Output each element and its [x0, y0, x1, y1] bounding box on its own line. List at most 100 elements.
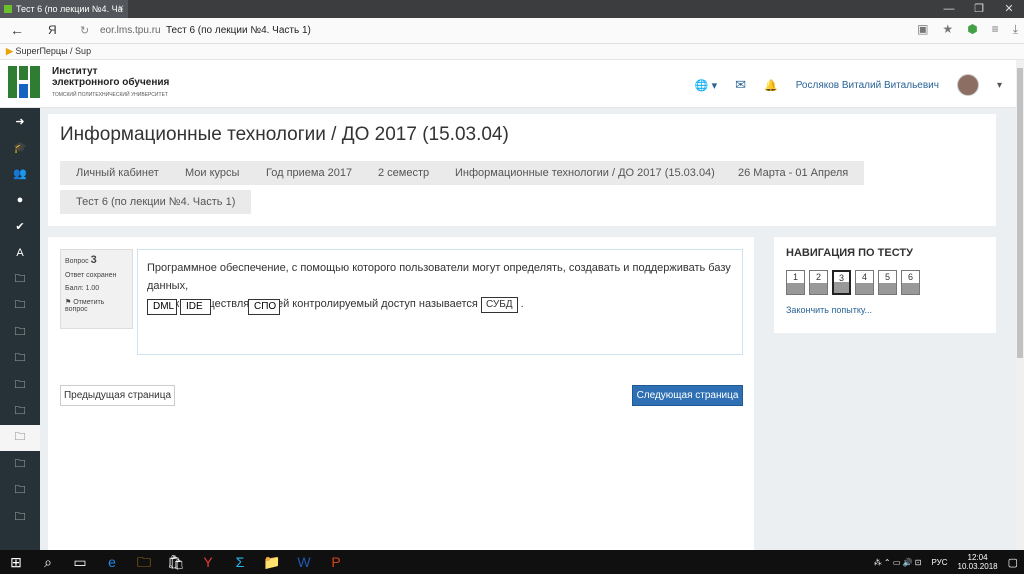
header-actions: 🌐 ▾ ✉ 🔔 Росляков Виталий Витальевич ▾: [695, 74, 1002, 96]
notifications-icon[interactable]: ▢: [1008, 556, 1018, 569]
question-number: 3: [90, 254, 97, 266]
logo-subtitle: ТОМСКИЙ ПОЛИТЕХНИЧЕСКИЙ УНИВЕРСИТЕТ: [52, 92, 168, 98]
user-name[interactable]: Росляков Виталий Витальевич: [796, 80, 939, 91]
close-window-icon[interactable]: ✕: [994, 0, 1024, 18]
input-language[interactable]: РУС: [932, 558, 948, 567]
quiz-question-button[interactable]: 2: [809, 270, 828, 295]
breadcrumb-item[interactable]: Мои курсы: [169, 161, 256, 185]
drag-choice[interactable]: IDE: [180, 299, 211, 315]
drop-zone-answer[interactable]: СУБД: [480, 297, 518, 313]
taskbar-apps: ⊞ ⌕ ▭ e 🗀 🛍 Y Σ 📁 W P: [6, 552, 346, 572]
explorer-icon[interactable]: 🗀: [134, 552, 154, 572]
scrollbar-thumb[interactable]: [1017, 68, 1023, 358]
page-title: Информационные технологии / ДО 2017 (15.…: [60, 124, 509, 145]
sidebar-font-icon[interactable]: A: [0, 240, 40, 266]
sidebar-dot-icon[interactable]: ●: [0, 187, 40, 213]
minimize-icon[interactable]: —: [934, 0, 964, 18]
logo-text: Институт электронного обучения: [52, 66, 169, 88]
user-menu-chevron-icon[interactable]: ▾: [997, 80, 1002, 91]
sidebar-folder-icon[interactable]: 🗀: [0, 266, 40, 292]
store-icon[interactable]: 🛍: [166, 552, 186, 572]
next-page-button[interactable]: Следующая страница: [632, 385, 743, 406]
menu-icon[interactable]: ≡: [992, 22, 999, 37]
quiz-question-button[interactable]: 4: [855, 270, 874, 295]
yandex-icon[interactable]: Я: [48, 23, 57, 37]
sidebar-courses-icon[interactable]: 🎓: [0, 134, 40, 160]
previous-page-button[interactable]: Предыдущая страница: [60, 385, 175, 406]
protect-icon[interactable]: ▣: [917, 22, 928, 37]
start-icon[interactable]: ⊞: [6, 552, 26, 572]
tab-title: Тест 6 (по лекции №4. Ча: [16, 4, 123, 14]
url-page-title[interactable]: Тест 6 (по лекции №4. Часть 1): [166, 25, 311, 36]
sidebar-folder-icon[interactable]: 🗀: [0, 372, 40, 398]
quiz-question-button-current[interactable]: 3: [832, 270, 851, 295]
drag-choice[interactable]: DML: [147, 299, 177, 315]
quiz-navigation-title: НАВИГАЦИЯ ПО ТЕСТУ: [786, 247, 913, 259]
yandex-browser-icon[interactable]: Y: [198, 552, 218, 572]
finish-attempt-link[interactable]: Закончить попытку...: [786, 305, 872, 315]
download-icon[interactable]: ⤓: [1013, 22, 1018, 37]
flag-icon: ⚑: [65, 299, 72, 306]
question-status: Ответ сохранен: [65, 272, 117, 279]
sidebar-folder-icon[interactable]: 🗀: [0, 424, 40, 452]
bookmark-item[interactable]: ▶ SuperПерцы / Sup: [6, 46, 91, 57]
app-icon[interactable]: Σ: [230, 552, 250, 572]
edge-icon[interactable]: e: [102, 552, 122, 572]
mail-icon[interactable]: ✉: [735, 77, 746, 93]
institute-logo[interactable]: [8, 66, 40, 98]
address-bar: ← Я ↻ eor.lms.tpu.ru Тест 6 (по лекции №…: [0, 18, 1024, 44]
folder-icon[interactable]: 📁: [262, 552, 282, 572]
question-text-line1: Программное обеспечение, с помощью котор…: [147, 262, 731, 292]
clock[interactable]: 12:04 10.03.2018: [958, 553, 998, 571]
sidebar-folder-icon[interactable]: 🗀: [0, 346, 40, 372]
avatar[interactable]: [956, 74, 979, 96]
powerpoint-icon[interactable]: P: [326, 552, 346, 572]
page-scrollbar[interactable]: [1016, 60, 1024, 550]
quiz-question-button[interactable]: 6: [901, 270, 920, 295]
tray-icons[interactable]: ⁂ ⌃ ▭ 🔊 ⊡: [874, 558, 922, 567]
play-icon: ▶: [6, 46, 13, 56]
drag-choice[interactable]: СПО: [248, 299, 280, 315]
reload-icon[interactable]: ↻: [80, 24, 89, 37]
sidebar-check-icon[interactable]: ✔: [0, 214, 40, 240]
tab-close-icon[interactable]: ×: [118, 0, 124, 18]
sidebar-go-icon[interactable]: ➜: [0, 108, 40, 134]
breadcrumb-item[interactable]: Год приема 2017: [250, 161, 369, 185]
question-body: Программное обеспечение, с помощью котор…: [137, 249, 743, 355]
quiz-question-button[interactable]: 5: [878, 270, 897, 295]
bookmark-label: SuperПерцы / Sup: [15, 46, 92, 56]
word-icon[interactable]: W: [294, 552, 314, 572]
site-header: Институт электронного обучения ТОМСКИЙ П…: [0, 60, 1016, 108]
clock-date: 10.03.2018: [957, 562, 998, 571]
flag-question[interactable]: ⚑ Отметить вопрос: [65, 298, 128, 313]
url-host[interactable]: eor.lms.tpu.ru: [100, 25, 161, 36]
search-icon[interactable]: ⌕: [38, 552, 58, 572]
question-info: Вопрос 3 Ответ сохранен Балл: 1.00 ⚑ Отм…: [60, 249, 133, 329]
maximize-icon[interactable]: ❐: [964, 0, 994, 18]
back-icon[interactable]: ←: [10, 22, 24, 38]
breadcrumb-item[interactable]: 2 семестр: [362, 161, 446, 185]
question-label: Вопрос: [65, 258, 89, 265]
sidebar-folder-icon[interactable]: 🗀: [0, 293, 40, 319]
breadcrumb-item[interactable]: 26 Марта - 01 Апреля: [722, 161, 865, 185]
sidebar-folder-icon[interactable]: 🗀: [0, 477, 40, 503]
logo-line1: Институт: [52, 66, 98, 77]
sidebar-users-icon[interactable]: 👥: [0, 161, 40, 187]
sidebar-folder-icon[interactable]: 🗀: [0, 398, 40, 424]
browser-tab[interactable]: Тест 6 (по лекции №4. Ча ×: [0, 0, 128, 18]
star-icon[interactable]: ★: [942, 22, 953, 37]
task-view-icon[interactable]: ▭: [70, 552, 90, 572]
shield-icon[interactable]: ⬢: [967, 22, 977, 37]
breadcrumb-item[interactable]: Личный кабинет: [60, 161, 175, 185]
sidebar-folder-icon[interactable]: 🗀: [0, 504, 40, 530]
left-sidebar: ➜ 🎓 👥 ● ✔ A 🗀 🗀 🗀 🗀 🗀 🗀 🗀 🗀 🗀 🗀: [0, 108, 40, 550]
favicon-icon: [4, 5, 12, 13]
breadcrumb-item[interactable]: Тест 6 (по лекции №4. Часть 1): [60, 190, 252, 214]
language-globe-icon[interactable]: 🌐 ▾: [695, 79, 717, 92]
sidebar-folder-icon[interactable]: 🗀: [0, 451, 40, 477]
breadcrumb-item[interactable]: Информационные технологии / ДО 2017 (15.…: [439, 161, 731, 185]
notification-bell-icon[interactable]: 🔔: [764, 79, 778, 92]
sidebar-folder-icon[interactable]: 🗀: [0, 319, 40, 345]
quiz-question-button[interactable]: 1: [786, 270, 805, 295]
window-controls: — ❐ ✕: [934, 0, 1024, 18]
